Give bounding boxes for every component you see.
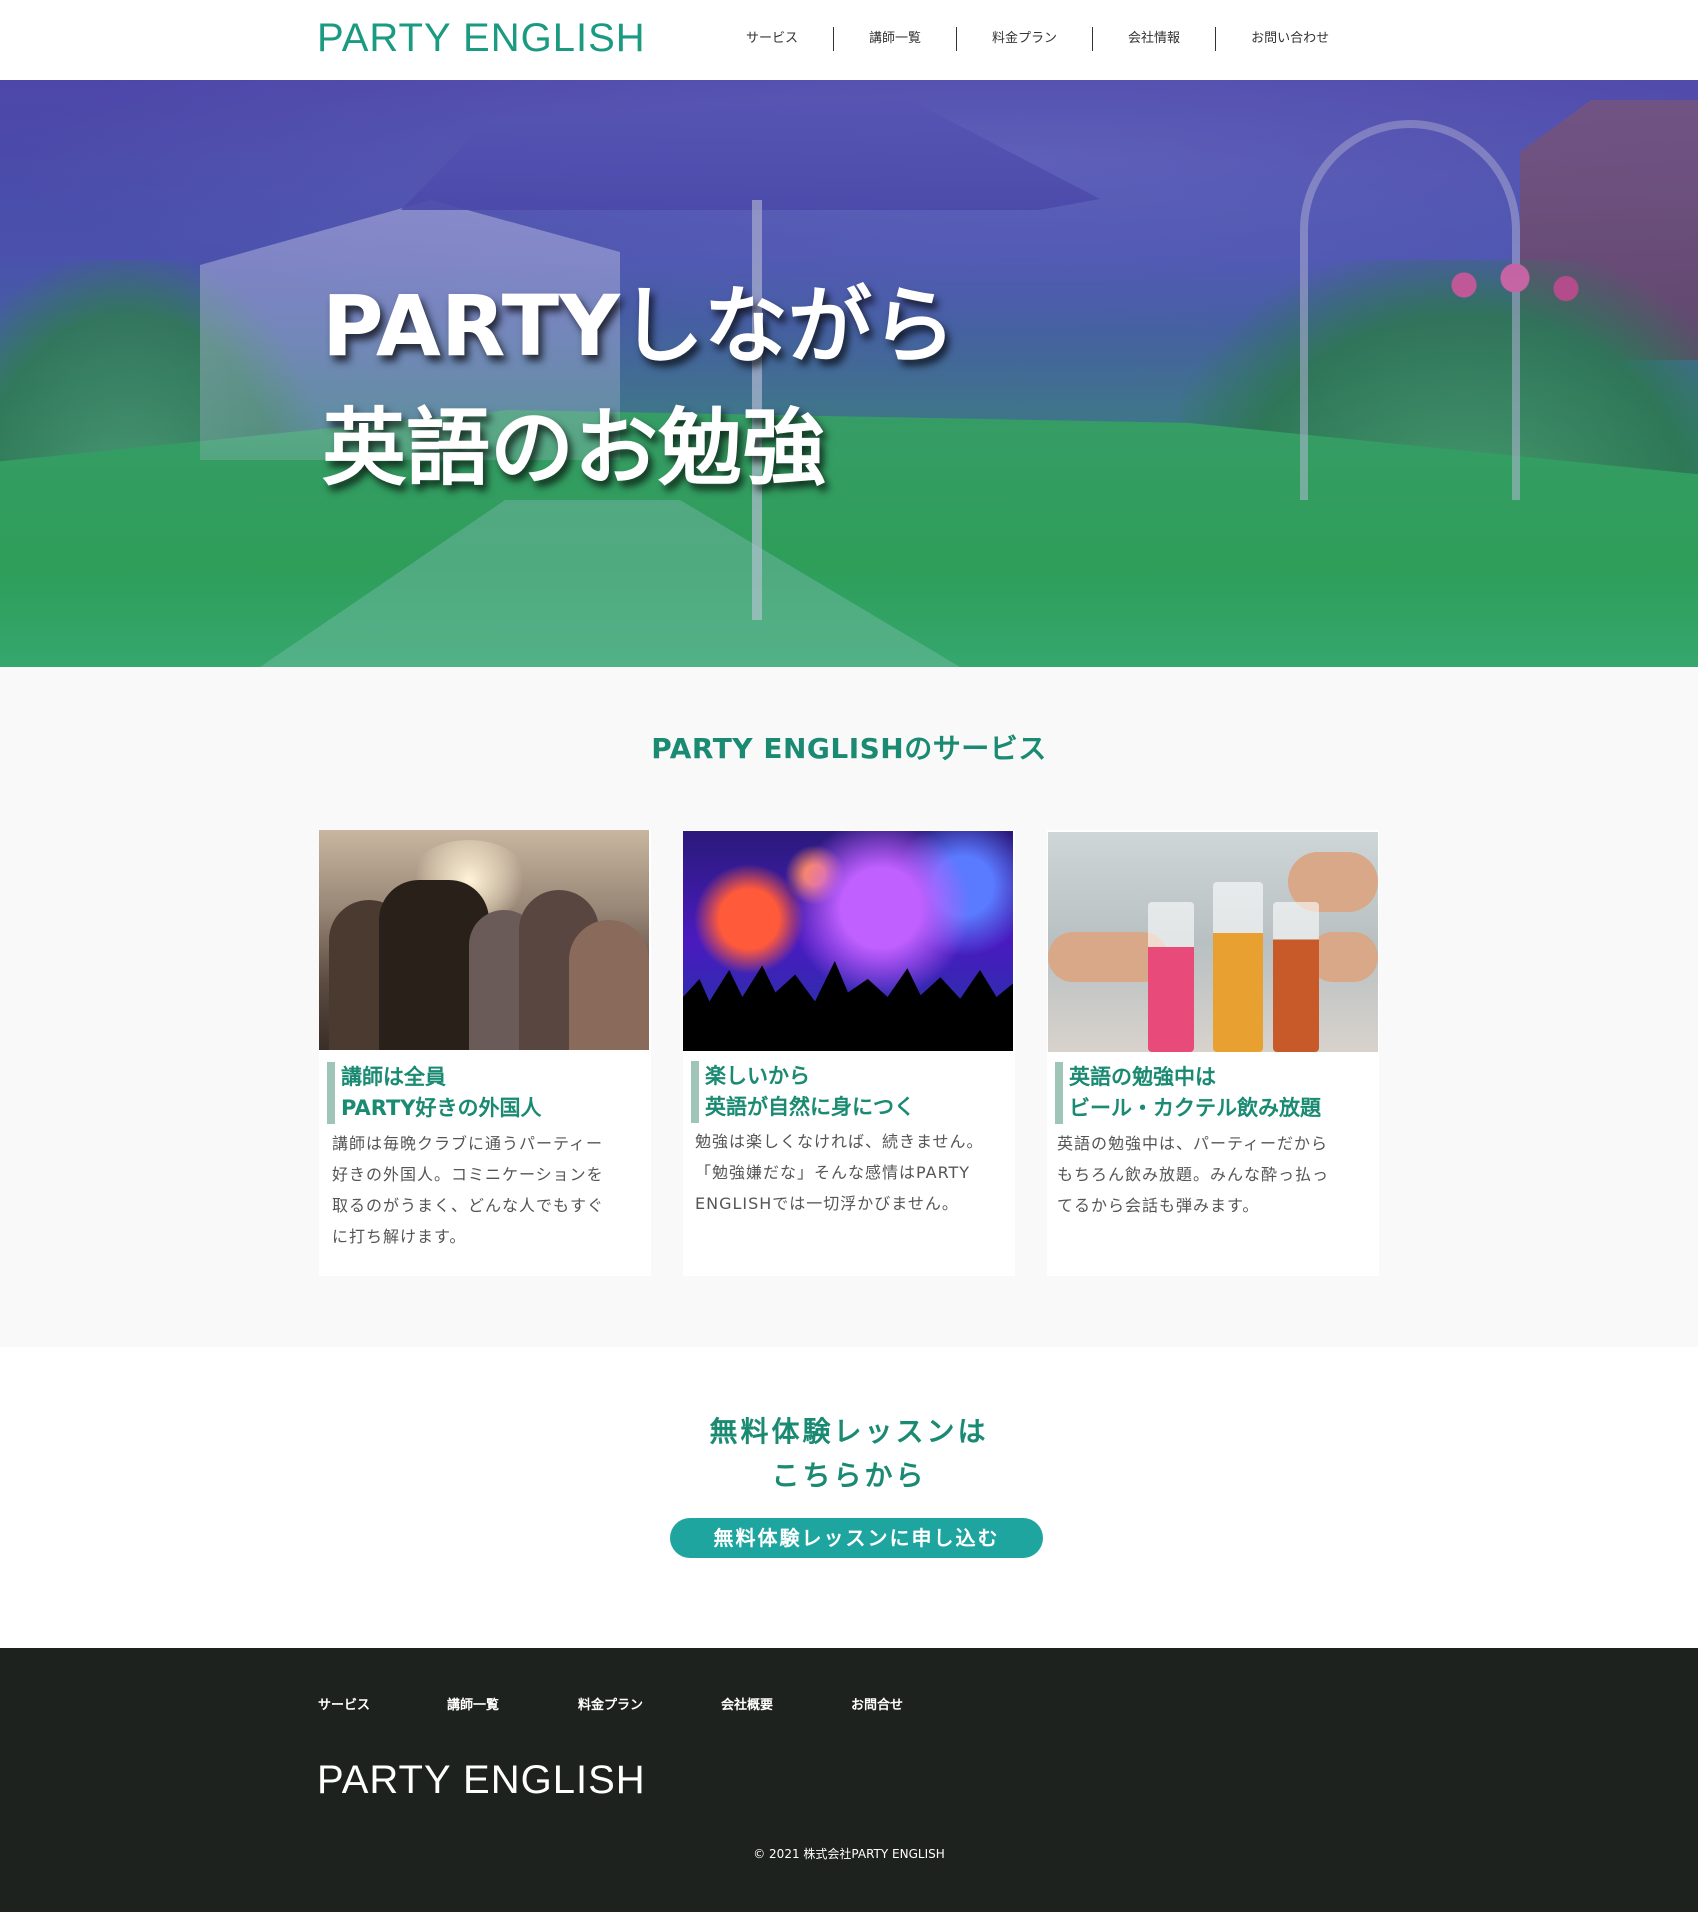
site-footer: サービス 講師一覧 料金プラン 会社概要 お問合せ PARTY ENGLISH … xyxy=(0,1648,1698,1912)
copyright: © 2021 株式会社PARTY ENGLISH xyxy=(753,1847,945,1861)
hero-title: PARTYしながら 英語のお勉強 xyxy=(322,265,956,509)
nav-item-service[interactable]: サービス xyxy=(712,27,833,51)
card-body: 講師は毎晩クラブに通うパーティー 好きの外国人。コミニケーションを 取るのがうま… xyxy=(332,1128,632,1252)
footer-nav-contact[interactable]: お問合せ xyxy=(851,1694,903,1713)
card-heading: 楽しいから 英語が自然に身につく xyxy=(691,1061,915,1123)
card-body: 英語の勉強中は、パーティーだから もちろん飲み放題。みんな酔っ払っ てるから会話… xyxy=(1057,1128,1357,1221)
trial-title-line1: 無料体験レッスンは xyxy=(709,1415,989,1448)
card-body-line: に打ち解けます。 xyxy=(332,1227,467,1246)
card-body-line: 英語の勉強中は、パーティーだから xyxy=(1057,1134,1329,1153)
nav-item-contact[interactable]: お問い合わせ xyxy=(1215,27,1364,51)
nav-item-pricing[interactable]: 料金プラン xyxy=(956,27,1092,51)
service-card-drinks: 英語の勉強中は ビール・カクテル飲み放題 英語の勉強中は、パーティーだから もち… xyxy=(1047,830,1379,1276)
card-heading: 講師は全員 PARTY好きの外国人 xyxy=(327,1062,541,1124)
card-body-line: てるから会話も弾みます。 xyxy=(1057,1196,1260,1215)
card-body-line: 好きの外国人。コミニケーションを xyxy=(332,1165,604,1184)
footer-nav-service[interactable]: サービス xyxy=(318,1694,447,1713)
card-body-line: ENGLISHでは一切浮かびません。 xyxy=(695,1194,959,1213)
service-card-teachers: 講師は全員 PARTY好きの外国人 講師は毎晩クラブに通うパーティー 好きの外国… xyxy=(319,830,651,1276)
trial-signup-button[interactable]: 無料体験レッスンに申し込む xyxy=(670,1518,1043,1558)
nav-item-teachers[interactable]: 講師一覧 xyxy=(833,27,956,51)
hero-title-line2: 英語のお勉強 xyxy=(322,399,827,497)
footer-nav-company[interactable]: 会社概要 xyxy=(721,1694,851,1713)
trial-title-line2: こちらから xyxy=(771,1459,927,1492)
hero-title-line1: PARTYしながら xyxy=(322,277,956,375)
site-logo[interactable]: PARTY ENGLISH xyxy=(317,16,646,61)
card-image-cocktails xyxy=(1048,832,1378,1052)
services-section: PARTY ENGLISHのサービス 講師は全員 PARTY好きの外国人 講師は… xyxy=(0,667,1698,1347)
card-heading-line1: 英語の勉強中は xyxy=(1069,1065,1216,1089)
card-body-line: 勉強は楽しくなければ、続きません。 xyxy=(695,1132,984,1151)
site-header: PARTY ENGLISH サービス 講師一覧 料金プラン 会社情報 お問い合わ… xyxy=(0,0,1698,80)
card-image-concert xyxy=(683,831,1013,1051)
card-body-line: 講師は毎晩クラブに通うパーティー xyxy=(332,1134,604,1153)
card-body-line: もちろん飲み放題。みんな酔っ払っ xyxy=(1057,1165,1330,1184)
card-image-party-crowd xyxy=(319,830,649,1050)
card-heading: 英語の勉強中は ビール・カクテル飲み放題 xyxy=(1055,1062,1321,1124)
card-heading-line2: 英語が自然に身につく xyxy=(705,1095,915,1119)
card-heading-line2: ビール・カクテル飲み放題 xyxy=(1069,1096,1321,1120)
service-card-fun: 楽しいから 英語が自然に身につく 勉強は楽しくなければ、続きません。 「勉強嫌だ… xyxy=(683,830,1015,1276)
trial-title: 無料体験レッスンは こちらから xyxy=(0,1410,1698,1498)
main-nav: サービス 講師一覧 料金プラン 会社情報 お問い合わせ xyxy=(712,26,1364,52)
footer-nav: サービス 講師一覧 料金プラン 会社概要 お問合せ xyxy=(318,1694,903,1713)
nav-item-company[interactable]: 会社情報 xyxy=(1092,27,1215,51)
card-heading-line1: 講師は全員 xyxy=(341,1065,446,1089)
services-title: PARTY ENGLISHのサービス xyxy=(651,732,1047,765)
card-body-line: 取るのがうまく、どんな人でもすぐ xyxy=(332,1196,605,1215)
card-body: 勉強は楽しくなければ、続きません。 「勉強嫌だな」そんな感情はPARTY ENG… xyxy=(695,1126,995,1219)
card-heading-line2: PARTY好きの外国人 xyxy=(341,1096,542,1120)
hero-section: PARTYしながら 英語のお勉強 xyxy=(0,80,1698,667)
footer-nav-pricing[interactable]: 料金プラン xyxy=(578,1694,721,1713)
card-heading-line1: 楽しいから xyxy=(705,1064,810,1088)
footer-logo[interactable]: PARTY ENGLISH xyxy=(317,1758,646,1803)
footer-nav-teachers[interactable]: 講師一覧 xyxy=(447,1694,578,1713)
card-body-line: 「勉強嫌だな」そんな感情はPARTY xyxy=(695,1163,971,1182)
